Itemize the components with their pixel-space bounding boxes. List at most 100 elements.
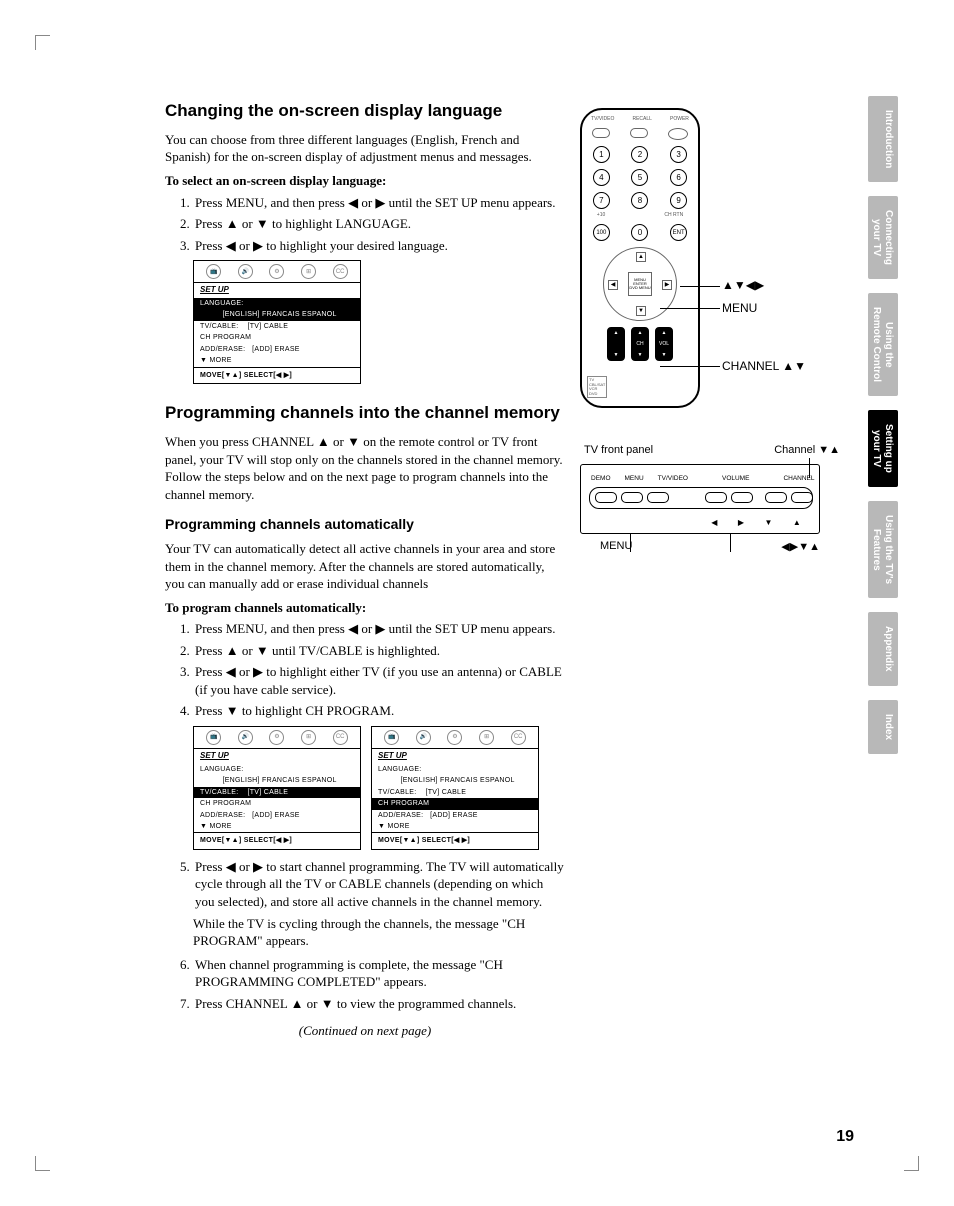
- osd-line: [ENGLISH] FRANCAIS ESPANOL: [194, 775, 360, 786]
- osd-line: CH PROGRAM: [194, 332, 360, 343]
- step-note: While the TV is cycling through the chan…: [193, 915, 565, 950]
- osd-tab-icon: ⚙: [447, 730, 462, 745]
- step: Press ▼ to highlight CH PROGRAM.: [193, 702, 565, 720]
- fp-button: [621, 492, 643, 503]
- subheading-auto: Programming channels automatically: [165, 515, 565, 534]
- tab-introduction: Introduction: [868, 96, 898, 182]
- step: Press ◀ or ▶ to start channel programmin…: [193, 858, 565, 911]
- osd-line: ADD/ERASE: [ADD] ERASE: [194, 344, 360, 355]
- btn-label: POWER: [670, 116, 689, 122]
- callout-arrows: ▲▼◀▶: [722, 278, 764, 292]
- osd-tab-icon: 🔊: [238, 730, 253, 745]
- subintro-text: Your TV can automatically detect all act…: [165, 540, 565, 593]
- callout-channel: CHANNEL ▲▼: [722, 359, 806, 373]
- fp-button: [705, 492, 727, 503]
- osd-footer: MOVE[▼▲] SELECT[◀ ▶]: [194, 367, 360, 383]
- tvvideo-button: [592, 128, 610, 138]
- main-content: Changing the on-screen display language …: [165, 100, 565, 1040]
- osd-tab-icon: CC: [333, 264, 348, 279]
- crop-mark: [20, 20, 50, 50]
- osd-line: [ENGLISH] FRANCAIS ESPANOL: [372, 775, 538, 786]
- num-button: 7: [593, 192, 610, 209]
- osd-tab-icon: CC: [333, 730, 348, 745]
- osd-line: [ENGLISH] FRANCAIS ESPANOL: [194, 309, 360, 320]
- right-arrow-icon: ▶: [662, 280, 672, 290]
- btn-label: RECALL: [632, 116, 651, 122]
- osd-line: ADD/ERASE: [ADD] ERASE: [194, 810, 360, 821]
- fp-label: VOLUME: [722, 475, 749, 482]
- osd-line: TV/CABLE: [TV] CABLE: [194, 321, 360, 332]
- dpad: MENU ENTER DVD MENU ▲ ▼ ◀ ▶: [603, 247, 677, 321]
- num-button: 100: [593, 224, 610, 241]
- num-button: 2: [631, 146, 648, 163]
- front-panel-diagram: DEMO MENU TV/VIDEO VOLUME CHANNEL ◀ ▶ ▼ …: [580, 464, 820, 534]
- osd-pair: 📺 🔊 ⚙ ⊞ CC SET UP LANGUAGE: [ENGLISH] FR…: [193, 726, 565, 850]
- num-button: 5: [631, 169, 648, 186]
- osd-tab-icon: CC: [511, 730, 526, 745]
- osd-tab-icon: ⊞: [479, 730, 494, 745]
- steps-list-2a: Press MENU, and then press ◀ or ▶ until …: [165, 620, 565, 720]
- osd-footer: MOVE[▼▲] SELECT[◀ ▶]: [194, 832, 360, 848]
- arrows-caption: ◀▶▼▲: [781, 540, 820, 553]
- right-arrow-icon: ▶: [738, 518, 744, 527]
- step: Press MENU, and then press ◀ or ▶ until …: [193, 620, 565, 638]
- osd-tab-icon: ⊞: [301, 730, 316, 745]
- tab-index: Index: [868, 700, 898, 754]
- fp-label: CHANNEL: [783, 475, 814, 482]
- leader-line: [660, 366, 720, 367]
- osd-line: ▼ MORE: [194, 355, 360, 366]
- heading-language: Changing the on-screen display language: [165, 100, 565, 123]
- step: Press CHANNEL ▲ or ▼ to view the program…: [193, 995, 565, 1013]
- heading-channels: Programming channels into the channel me…: [165, 402, 565, 425]
- num-button: 4: [593, 169, 610, 186]
- tab-features: Using the TV's Features: [868, 501, 898, 598]
- osd-title: SET UP: [372, 749, 538, 764]
- remote-control-diagram: TV/VIDEO RECALL POWER 123 456 789 +10CH …: [580, 108, 700, 408]
- tab-setting-up: Setting up your TV: [868, 410, 898, 487]
- tab-appendix: Appendix: [868, 612, 898, 686]
- num-button: 6: [670, 169, 687, 186]
- left-arrow-icon: ◀: [711, 518, 717, 527]
- left-arrow-icon: ◀: [608, 280, 618, 290]
- osd-tab-icon: ⚙: [269, 730, 284, 745]
- num-button: 1: [593, 146, 610, 163]
- figure-column: TV/VIDEO RECALL POWER 123 456 789 +10CH …: [580, 108, 840, 553]
- continued-note: (Continued on next page): [165, 1022, 565, 1040]
- step: When channel programming is complete, th…: [193, 956, 565, 991]
- fp-button: [647, 492, 669, 503]
- menu-enter-button: MENU ENTER DVD MENU: [628, 272, 652, 296]
- leader-line: [630, 534, 631, 552]
- btn-label: CH RTN: [664, 212, 683, 218]
- fp-button: [731, 492, 753, 503]
- osd-line: ADD/ERASE: [ADD] ERASE: [372, 810, 538, 821]
- steps-list-2c: When channel programming is complete, th…: [165, 956, 565, 1013]
- osd-tab-icon: 🔊: [238, 264, 253, 279]
- menu-caption: MENU: [600, 540, 632, 553]
- mute-button: ▲▼: [607, 327, 625, 361]
- osd-tab-icon: 🔊: [416, 730, 431, 745]
- osd-tab-icon: ⊞: [301, 264, 316, 279]
- intro-text: You can choose from three different lang…: [165, 131, 565, 166]
- fp-button: [595, 492, 617, 503]
- fp-button: [765, 492, 787, 503]
- crop-mark: [20, 1156, 50, 1186]
- osd-tab-icon: 📺: [206, 264, 221, 279]
- step: Press ◀ or ▶ to highlight either TV (if …: [193, 663, 565, 698]
- tab-connecting: Connecting your TV: [868, 196, 898, 279]
- lead-text: To select an on-screen display language:: [165, 172, 565, 190]
- step: Press ▲ or ▼ to highlight LANGUAGE.: [193, 215, 565, 233]
- ent-button: ENT: [670, 224, 687, 241]
- step: Press ◀ or ▶ to highlight your desired l…: [193, 237, 565, 255]
- osd-menu-chprogram: 📺 🔊 ⚙ ⊞ CC SET UP LANGUAGE: [ENGLISH] FR…: [371, 726, 539, 850]
- power-button: [668, 128, 688, 140]
- step: Press MENU, and then press ◀ or ▶ until …: [193, 194, 565, 212]
- fp-button: [791, 492, 813, 503]
- osd-line: TV/CABLE: [TV] CABLE: [372, 787, 538, 798]
- crop-mark: [904, 1156, 934, 1186]
- fp-label: MENU: [625, 475, 644, 482]
- fp-label: DEMO: [591, 475, 611, 482]
- btn-label: +10: [597, 212, 605, 218]
- osd-tab-icon: ⚙: [269, 264, 284, 279]
- leader-line: [660, 308, 720, 309]
- num-button: 8: [631, 192, 648, 209]
